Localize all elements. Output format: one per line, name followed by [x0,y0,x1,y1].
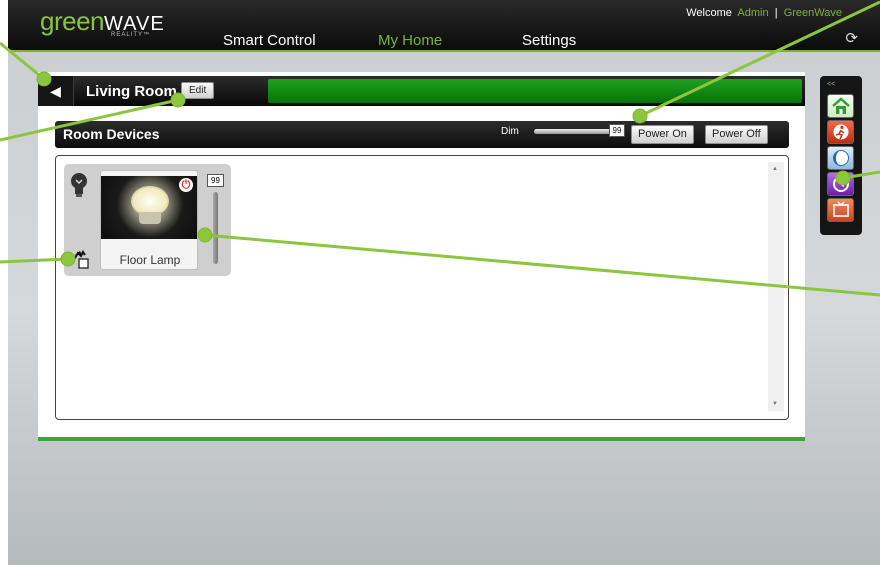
user-link[interactable]: Admin [737,7,768,19]
room-bar: ◀ Living Room Edit [38,76,805,106]
away-scene-icon[interactable] [827,120,854,144]
scroll-up-icon[interactable]: ▲ [772,166,778,172]
power-toggle-icon[interactable]: ⏻ [179,178,193,192]
timer-scene-icon[interactable] [827,172,854,196]
device-level-slider[interactable] [213,192,218,264]
room-status-bar [268,79,802,103]
main-panel: ◀ Living Room Edit Room Devices Dim 99 P… [38,72,805,441]
room-devices-bar: Room Devices Dim 99 Power On Power Off [55,121,789,148]
away-icon [833,124,848,140]
nav-settings[interactable]: Settings [522,32,576,49]
nav-smart-control[interactable]: Smart Control [223,32,316,49]
power-off-button[interactable]: Power Off [705,125,768,144]
device-tile[interactable]: ⏻ Floor Lamp [100,170,198,270]
device-card[interactable]: ⏻ Floor Lamp 99 [64,164,231,276]
back-arrow-icon[interactable]: ◀ [38,76,74,106]
refresh-icon[interactable]: ⟳ [845,29,858,47]
night-scene-icon[interactable] [827,146,854,170]
org-link[interactable]: GreenWave [784,7,842,19]
scroll-down-icon[interactable]: ▼ [772,401,778,407]
app-header: greenWAVE REALITY™ Smart Control My Home… [8,0,880,52]
lightbulb-icon [71,173,87,197]
nav-my-home[interactable]: My Home [378,32,442,49]
edit-room-button[interactable]: Edit [181,82,215,99]
device-name: Floor Lamp [119,253,181,267]
room-title: Living Room [86,83,177,100]
collapse-toolbar-icon[interactable]: << [827,81,835,88]
move-device-icon[interactable] [70,249,90,269]
night-icon [832,150,849,166]
brand-logo-sub: REALITY™ [111,32,151,38]
dim-value: 99 [609,124,625,137]
timer-icon [832,176,849,192]
home-icon [831,97,850,114]
room-devices-list: ⏻ Floor Lamp 99 ▲ ▼ [55,155,789,420]
room-devices-title: Room Devices [63,126,160,142]
welcome-text: Welcome Admin | GreenWave [686,7,842,19]
dim-label: Dim [501,126,519,137]
power-on-button[interactable]: Power On [631,125,694,144]
devices-scrollbar[interactable]: ▲ ▼ [768,162,784,411]
device-level-value: 99 [207,174,224,187]
scene-toolbar: << [820,76,862,235]
bulb-base [139,212,161,224]
home-scene-icon[interactable] [827,94,854,118]
tv-scene-icon[interactable] [827,198,854,222]
tv-icon [832,201,849,217]
